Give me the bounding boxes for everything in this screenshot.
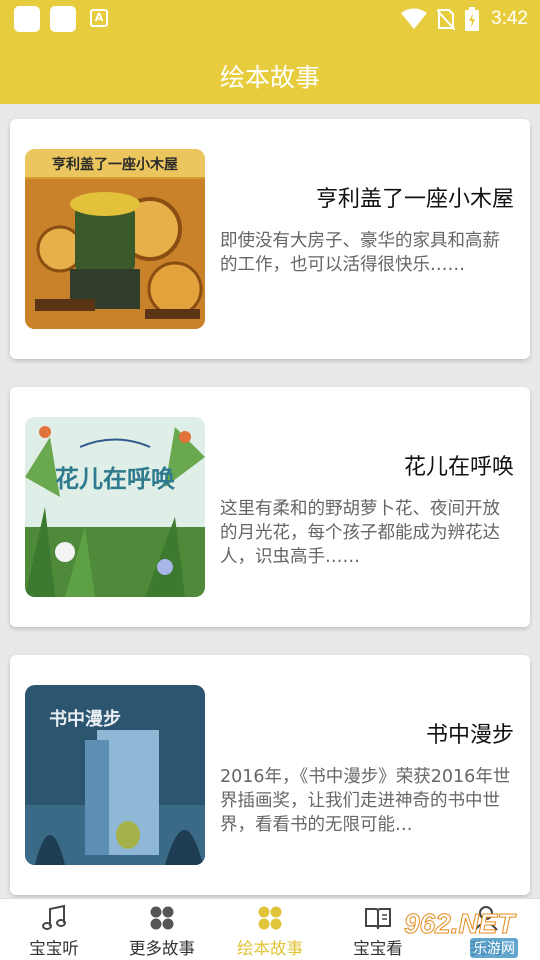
tab-more-stories[interactable]: 更多故事 <box>108 899 216 960</box>
tab-baby-listen[interactable]: 宝宝听 <box>0 899 108 960</box>
story-title: 书中漫步 <box>425 723 514 748</box>
story-card[interactable]: 亨利盖了一座小木屋 亨利盖了一座小木屋 即使没有大房子、豪华的家具和高薪的工作，… <box>10 119 530 359</box>
story-description: 这里有柔和的野胡萝卜花、夜间开放的月光花，每个孩子都能成为辨花达人，识虫高手…… <box>220 499 500 567</box>
tab-label: 绘本故事 <box>237 939 303 958</box>
four-circles-icon <box>150 906 174 930</box>
story-description: 即使没有大房子、豪华的家具和高薪的工作，也可以活得很快乐…… <box>220 231 500 275</box>
cover-title-text: 亨利盖了一座小木屋 <box>52 156 178 173</box>
story-card[interactable]: 花儿在呼唤 花儿在呼唤 这里有柔和的野胡萝卜花、夜间开放的月光花，每个孩子都能成… <box>10 387 530 627</box>
wifi-icon <box>401 8 428 29</box>
story-title: 亨利盖了一座小木屋 <box>315 187 514 212</box>
story-card[interactable]: 书中漫步 书中漫步 2016年，《书中漫步》荣获2016年世界插画奖，让我们走进… <box>10 655 530 895</box>
story-description: 2016年，《书中漫步》荣获2016年世界插画奖，让我们走进神奇的书中世界，看看… <box>220 767 511 835</box>
story-cover-image[interactable]: 书中漫步 <box>25 685 205 865</box>
story-list[interactable]: 亨利盖了一座小木屋 亨利盖了一座小木屋 即使没有大房子、豪华的家具和高薪的工作，… <box>0 104 540 898</box>
notification-icon <box>14 6 40 32</box>
watermark-logo: 962.NET 乐游网 <box>400 906 540 960</box>
app-header: 绘本故事 <box>0 38 540 104</box>
tab-picture-books[interactable]: 绘本故事 <box>216 899 324 960</box>
tab-label: 宝宝听 <box>29 939 79 958</box>
app-notification-icon: A <box>90 9 108 27</box>
four-circles-icon <box>258 906 282 930</box>
story-cover-image[interactable]: 亨利盖了一座小木屋 <box>25 149 205 329</box>
notification-icon <box>50 6 76 32</box>
no-sim-icon <box>437 9 456 30</box>
cover-title-text: 花儿在呼唤 <box>55 465 175 493</box>
watermark-sub-text: 乐游网 <box>470 938 518 958</box>
book-icon <box>365 908 391 930</box>
battery-icon <box>465 7 480 31</box>
tab-label: 更多故事 <box>129 939 195 958</box>
story-title: 花儿在呼唤 <box>403 455 514 480</box>
status-bar: A 3:42 <box>0 0 540 38</box>
watermark-main-text: 962.NET <box>404 908 515 940</box>
music-note-icon <box>42 904 66 930</box>
clock: 3:42 <box>491 8 528 29</box>
page-title: 绘本故事 <box>219 63 320 92</box>
cover-title-text: 书中漫步 <box>49 708 121 730</box>
story-cover-image[interactable]: 花儿在呼唤 <box>25 417 205 597</box>
